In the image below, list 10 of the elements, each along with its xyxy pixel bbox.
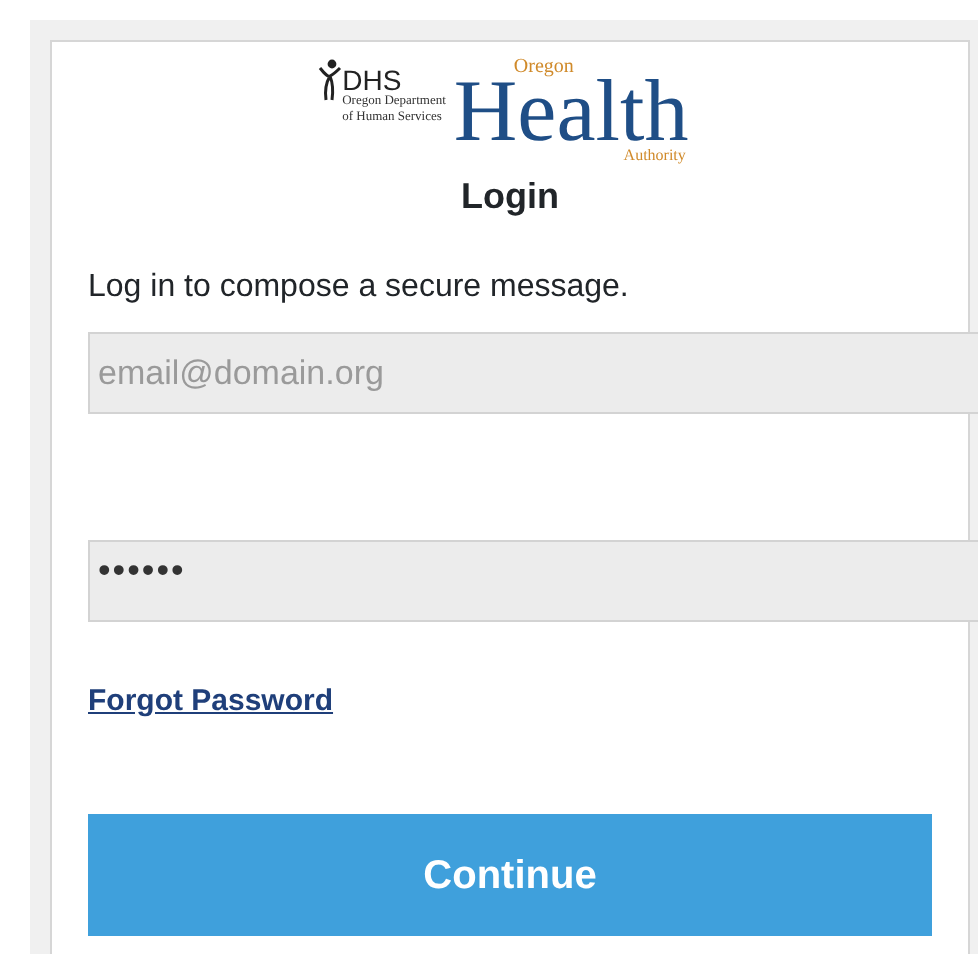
intro-text: Log in to compose a secure message. <box>88 268 631 308</box>
login-title: Login <box>459 174 561 220</box>
password-field[interactable]: •••••• <box>88 540 978 622</box>
logo-text: Oregon <box>513 58 574 78</box>
logo-text: Authority <box>623 146 686 164</box>
figure-icon <box>318 58 343 102</box>
email-field[interactable]: email@domain.org <box>88 332 978 414</box>
logo-text: Health <box>453 78 689 146</box>
forgot-password-link[interactable]: Forgot Password <box>88 680 334 725</box>
logo-text: DHS <box>342 66 402 94</box>
